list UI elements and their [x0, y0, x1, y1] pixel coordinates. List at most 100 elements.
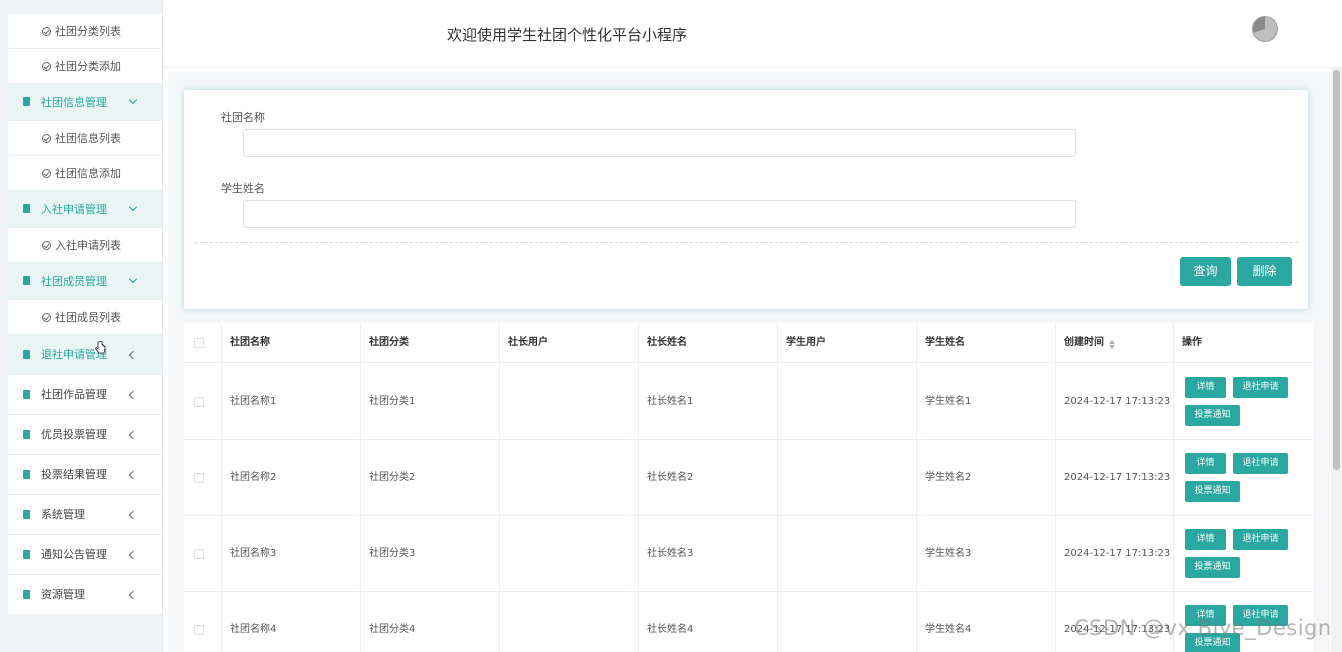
check-circle-icon: [42, 27, 51, 36]
cell-leader-name: 社长姓名3: [639, 516, 778, 592]
page-title: 欢迎使用学生社团个性化平台小程序: [447, 26, 688, 44]
avatar[interactable]: [1252, 16, 1278, 42]
row-select-cell: [184, 440, 222, 516]
document-icon: [23, 549, 30, 559]
sidebar-group-notices[interactable]: 通知公告管理: [8, 535, 162, 575]
main-content: 社团名称 学生姓名 查询 删除 社团名称 社团分类 社长用户 社长姓名 学生用户…: [168, 72, 1330, 652]
cell-actions: 详情 退社申请 投票通知: [1174, 364, 1313, 440]
select-all-checkbox[interactable]: [194, 338, 204, 348]
vote-notice-button[interactable]: 投票通知: [1185, 481, 1240, 502]
sidebar-group-club-works[interactable]: 社团作品管理: [8, 375, 162, 415]
chevron-left-icon: [128, 550, 138, 559]
check-circle-icon: [42, 313, 51, 322]
header-created-time[interactable]: 创建时间: [1056, 323, 1174, 363]
document-icon: [23, 469, 30, 479]
cell-leader-user: [500, 440, 639, 516]
row-checkbox[interactable]: [194, 473, 204, 483]
row-checkbox[interactable]: [194, 625, 204, 635]
header-actions: 操作: [1182, 337, 1202, 348]
table-header: 社团名称 社团分类 社长用户 社长姓名 学生用户 学生姓名 创建时间 操作: [184, 323, 1313, 363]
top-header: 欢迎使用学生社团个性化平台小程序: [163, 0, 1342, 68]
cell-leader-user: [500, 516, 639, 592]
quit-application-button[interactable]: 退社申请: [1233, 453, 1288, 474]
cell-actions: 详情 退社申请 投票通知: [1174, 516, 1313, 592]
hand-cursor-icon: [95, 341, 106, 354]
vote-notice-button[interactable]: 投票通知: [1185, 557, 1240, 578]
table-row: 社团名称2 社团分类2 社长姓名2 学生姓名2 2024-12-17 17:13…: [184, 440, 1313, 516]
table-row: 社团名称1 社团分类1 社长姓名1 学生姓名1 2024-12-17 17:13…: [184, 364, 1313, 440]
document-icon: [23, 509, 30, 519]
cell-student-user: [778, 364, 917, 440]
sidebar-item-club-category-list[interactable]: 社团分类列表: [8, 14, 162, 49]
cell-category: 社团分类3: [361, 516, 500, 592]
sidebar-item-join-application-list[interactable]: 入社申请列表: [8, 228, 162, 263]
cell-student-name: 学生姓名3: [917, 516, 1056, 592]
cell-created-time: 2024-12-17 17:13:23: [1056, 440, 1174, 516]
sidebar-group-member-vote[interactable]: 优员投票管理: [8, 415, 162, 455]
fixed-column-shadow: [1173, 323, 1174, 652]
cell-student-name: 学生姓名1: [917, 364, 1056, 440]
table-row: 社团名称3 社团分类3 社长姓名3 学生姓名3 2024-12-17 17:13…: [184, 516, 1313, 592]
quit-application-button[interactable]: 退社申请: [1233, 529, 1288, 550]
sidebar-group-resources[interactable]: 资源管理: [8, 575, 162, 615]
header-leader-user: 社长用户: [500, 323, 639, 363]
document-icon: [23, 204, 30, 213]
sidebar-group-join-application[interactable]: 入社申请管理: [8, 191, 162, 228]
chevron-left-icon: [128, 390, 138, 399]
sidebar-menu: 社团分类列表 社团分类添加 社团信息管理 社团信息列表 社团信息添加 入社申请管…: [8, 14, 162, 615]
club-name-label: 社团名称: [221, 111, 265, 124]
header-student-user: 学生用户: [778, 323, 917, 363]
document-icon: [23, 589, 30, 599]
sidebar-item-club-info-add[interactable]: 社团信息添加: [8, 156, 162, 191]
scrollbar-thumb[interactable]: [1333, 70, 1340, 470]
sidebar-item-club-members-list[interactable]: 社团成员列表: [8, 300, 162, 335]
delete-button[interactable]: 删除: [1237, 257, 1292, 286]
row-checkbox[interactable]: [194, 397, 204, 407]
query-button[interactable]: 查询: [1180, 257, 1231, 286]
sidebar-group-club-info[interactable]: 社团信息管理: [8, 84, 162, 121]
cell-leader-name: 社长姓名1: [639, 364, 778, 440]
quit-application-button[interactable]: 退社申请: [1233, 377, 1288, 398]
row-select-cell: [184, 592, 222, 652]
header-club-name: 社团名称: [222, 323, 361, 363]
cell-club-name: 社团名称4: [222, 592, 361, 652]
chevron-left-icon: [128, 590, 138, 599]
cell-created-time: 2024-12-17 17:13:23: [1056, 364, 1174, 440]
row-checkbox[interactable]: [194, 549, 204, 559]
document-icon: [23, 389, 30, 399]
detail-button[interactable]: 详情: [1185, 377, 1226, 398]
sidebar-group-club-members[interactable]: 社团成员管理: [8, 263, 162, 300]
chevron-down-icon: [128, 202, 138, 212]
sidebar-group-quit-application[interactable]: 退社申请管理: [8, 335, 162, 375]
cell-club-name: 社团名称1: [222, 364, 361, 440]
chevron-left-icon: [128, 430, 138, 439]
detail-button[interactable]: 详情: [1185, 453, 1226, 474]
cell-student-name: 学生姓名4: [917, 592, 1056, 652]
vote-notice-button[interactable]: 投票通知: [1185, 405, 1240, 426]
sidebar-item-club-category-add[interactable]: 社团分类添加: [8, 49, 162, 84]
header-student-name: 学生姓名: [917, 323, 1056, 363]
sidebar-group-vote-results[interactable]: 投票结果管理: [8, 455, 162, 495]
cell-created-time: 2024-12-17 17:13:23: [1056, 516, 1174, 592]
check-circle-icon: [42, 62, 51, 71]
data-table: 社团名称 社团分类 社长用户 社长姓名 学生用户 学生姓名 创建时间 操作 社团…: [184, 323, 1313, 652]
detail-button[interactable]: 详情: [1185, 529, 1226, 550]
cell-club-name: 社团名称2: [222, 440, 361, 516]
cell-student-user: [778, 440, 917, 516]
check-circle-icon: [42, 169, 51, 178]
student-name-input[interactable]: [243, 200, 1076, 228]
sidebar-group-system[interactable]: 系统管理: [8, 495, 162, 535]
cell-student-name: 学生姓名2: [917, 440, 1056, 516]
sidebar-item-club-info-list[interactable]: 社团信息列表: [8, 121, 162, 156]
cell-club-name: 社团名称3: [222, 516, 361, 592]
cell-leader-user: [500, 592, 639, 652]
page-scrollbar[interactable]: [1331, 68, 1342, 652]
club-name-input[interactable]: [243, 129, 1076, 157]
watermark: CSDN @vx Biye_Design: [1074, 616, 1332, 640]
chevron-left-icon: [128, 470, 138, 479]
document-icon: [23, 429, 30, 439]
cell-category: 社团分类2: [361, 440, 500, 516]
row-select-cell: [184, 516, 222, 592]
sort-icon[interactable]: [1109, 340, 1115, 349]
cell-category: 社团分类1: [361, 364, 500, 440]
